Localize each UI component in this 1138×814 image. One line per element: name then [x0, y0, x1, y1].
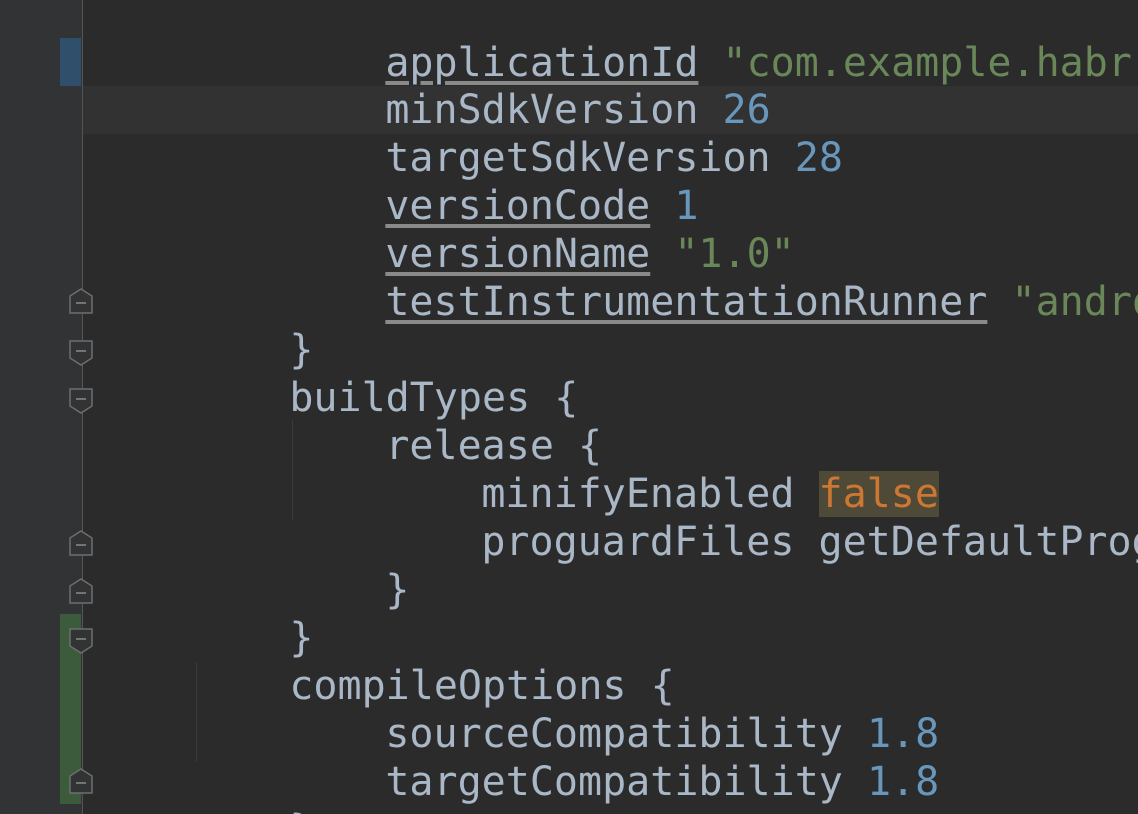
fold-start-icon[interactable]: [69, 340, 93, 366]
fold-end-icon[interactable]: [69, 530, 93, 556]
code-line[interactable]: }: [193, 758, 313, 814]
code-line[interactable]: minifyEnabled false: [385, 422, 939, 517]
code-line[interactable]: minSdkVersion 26: [289, 38, 770, 133]
property-name[interactable]: testInstrumentationRunner: [385, 279, 987, 325]
code-line[interactable]: targetCompatibility 1.8: [289, 710, 939, 805]
closing-brace[interactable]: }: [289, 807, 313, 814]
number-literal[interactable]: 28: [795, 135, 843, 181]
property-name[interactable]: targetCompatibility: [385, 759, 843, 805]
code-line[interactable]: testInstrumentationRunner "android.s: [289, 230, 1138, 325]
fold-start-icon[interactable]: [69, 388, 93, 414]
closing-brace[interactable]: }: [385, 567, 409, 613]
code-line[interactable]: targetSdkVersion 28: [289, 86, 843, 181]
code-line[interactable]: release {: [289, 374, 602, 469]
code-line[interactable]: versionName "1.0": [289, 182, 794, 277]
code-line[interactable]: sourceCompatibility 1.8: [289, 662, 939, 757]
fold-end-icon[interactable]: [69, 578, 93, 604]
method-call[interactable]: getDefaultProguard: [819, 519, 1138, 565]
string-literal[interactable]: "com.example.habr.awes: [723, 40, 1138, 86]
fold-end-icon[interactable]: [69, 288, 93, 314]
string-literal[interactable]: "android.s: [1011, 279, 1138, 325]
code-editor[interactable]: applicationId "com.example.habr.awes min…: [0, 0, 1138, 814]
code-line[interactable]: buildTypes {: [193, 326, 578, 421]
code-line[interactable]: }: [193, 566, 313, 661]
code-line[interactable]: applicationId "com.example.habr.awes: [289, 0, 1138, 86]
fold-end-icon[interactable]: [69, 768, 93, 794]
code-line[interactable]: }: [193, 278, 313, 373]
code-line[interactable]: compileOptions {: [193, 614, 674, 709]
number-literal[interactable]: 1.8: [867, 759, 939, 805]
fold-start-icon[interactable]: [69, 628, 93, 654]
property-name[interactable]: proguardFiles: [481, 519, 794, 565]
code-line[interactable]: }: [289, 518, 409, 613]
code-line[interactable]: proguardFiles getDefaultProguard: [385, 470, 1138, 565]
vcs-modified-marker[interactable]: [60, 38, 81, 86]
code-line[interactable]: versionCode 1: [289, 134, 698, 229]
